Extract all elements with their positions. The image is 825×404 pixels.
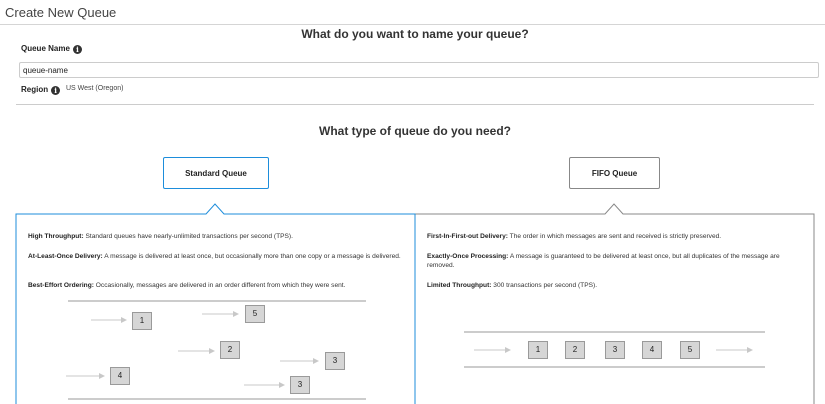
message-box: 1 xyxy=(132,312,152,330)
fifo-feature: Limited Throughput: 300 transactions per… xyxy=(427,282,598,289)
standard-feature: Best-Effort Ordering: Occasionally, mess… xyxy=(28,282,346,289)
fifo-feature: Exactly-Once Processing: A message is gu… xyxy=(427,253,780,269)
message-box: 5 xyxy=(245,305,265,323)
message-box: 3 xyxy=(325,352,345,370)
message-box: 3 xyxy=(605,341,625,359)
message-box: 5 xyxy=(680,341,700,359)
message-box: 3 xyxy=(290,376,310,394)
standard-feature: High Throughput: Standard queues have ne… xyxy=(28,233,293,240)
message-box: 4 xyxy=(110,367,130,385)
message-box: 4 xyxy=(642,341,662,359)
standard-feature: At-Least-Once Delivery: A message is del… xyxy=(28,253,401,260)
message-box: 2 xyxy=(565,341,585,359)
message-box: 1 xyxy=(528,341,548,359)
message-box: 2 xyxy=(220,341,240,359)
fifo-feature: First-In-First-out Delivery: The order i… xyxy=(427,233,722,240)
queue-panels-graphic xyxy=(15,203,815,404)
